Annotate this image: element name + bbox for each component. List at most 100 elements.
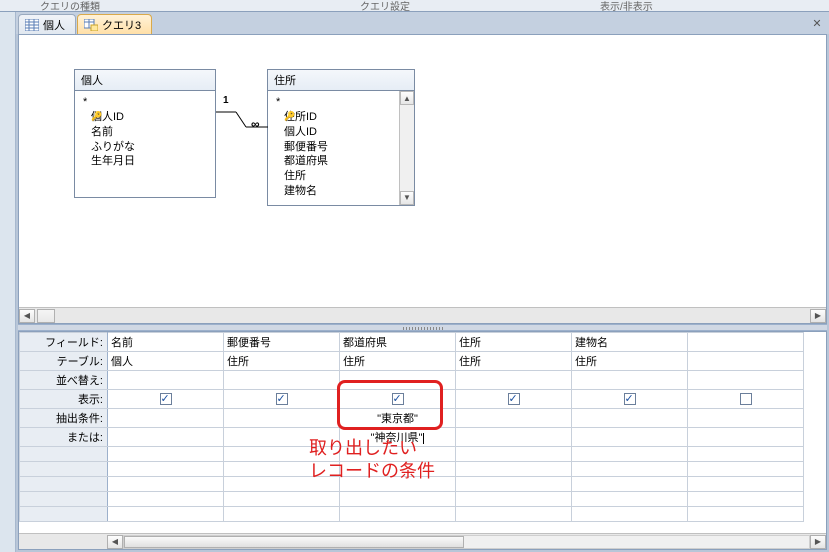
table-title: 個人 [75,70,215,91]
cell-show[interactable] [688,390,804,409]
cell-criteria[interactable]: "東京都" [340,409,456,428]
field-address[interactable]: 住所 [282,169,393,184]
cell-field[interactable] [688,333,804,352]
scroll-left-icon[interactable]: ◀ [19,309,35,323]
cell-table[interactable]: 住所 [224,352,340,371]
cell-or[interactable] [688,428,804,447]
field-asterisk[interactable]: * [274,95,393,110]
row-label-table: テーブル: [20,352,108,371]
cell-criteria[interactable] [572,409,688,428]
table-fields[interactable]: * 🔑個人ID 名前 ふりがな 生年月日 [75,91,215,197]
field-building[interactable]: 建物名 [282,184,393,199]
cell-criteria[interactable] [688,409,804,428]
row-or: または: "神奈川県" [20,428,804,447]
row-label-criteria: 抽出条件: [20,409,108,428]
cell-or[interactable] [456,428,572,447]
show-checkbox[interactable] [740,393,752,405]
row-label-sort: 並べ替え: [20,371,108,390]
cell-table[interactable] [688,352,804,371]
cell-or[interactable] [224,428,340,447]
query-design-grid[interactable]: フィールド: 名前 郵便番号 都道府県 住所 建物名 テーブル: 個人 住所 住… [18,331,827,550]
field-postal[interactable]: 郵便番号 [282,140,393,155]
text-cursor [423,433,424,444]
key-icon: 🔑 [284,110,294,122]
cell-field[interactable]: 建物名 [572,333,688,352]
show-checkbox[interactable] [392,393,404,405]
scroll-right-icon[interactable]: ▶ [810,309,826,323]
scroll-track[interactable] [123,535,810,549]
cell-table[interactable]: 個人 [108,352,224,371]
ribbon-group-labels: クエリの種類 クエリ設定 表示/非表示 [0,0,829,12]
cell-criteria[interactable] [456,409,572,428]
scroll-down-icon[interactable]: ▼ [400,191,414,205]
scroll-right-icon[interactable]: ▶ [810,535,826,549]
cell-criteria[interactable] [224,409,340,428]
design-grid-table: フィールド: 名前 郵便番号 都道府県 住所 建物名 テーブル: 個人 住所 住… [19,332,804,522]
table-scrollbar[interactable]: ▲ ▼ [399,91,414,205]
cell-sort[interactable] [456,371,572,390]
tab-label: クエリ3 [102,17,141,33]
scroll-left-icon[interactable]: ◀ [107,535,123,549]
field-furigana[interactable]: ふりがな [89,140,209,155]
nav-strip [0,12,16,552]
scroll-thumb[interactable] [124,536,464,548]
cell-table[interactable]: 住所 [456,352,572,371]
cell-or[interactable]: "神奈川県" [340,428,456,447]
row-sort: 並べ替え: [20,371,804,390]
cell-show[interactable] [108,390,224,409]
field-asterisk[interactable]: * [81,95,209,110]
field-jusho-id[interactable]: 🔑住所ID [282,110,393,125]
table-box-kojin[interactable]: 個人 * 🔑個人ID 名前 ふりがな 生年月日 [74,69,216,198]
cell-field[interactable]: 名前 [108,333,224,352]
relationship-diagram[interactable]: 個人 * 🔑個人ID 名前 ふりがな 生年月日 住所 * 🔑住所ID [18,34,827,324]
tab-kojin[interactable]: 個人 [18,14,76,34]
row-table: テーブル: 個人 住所 住所 住所 住所 [20,352,804,371]
show-checkbox[interactable] [276,393,288,405]
tab-label: 個人 [43,17,65,33]
scroll-track-start [37,309,55,323]
field-birthdate[interactable]: 生年月日 [89,154,209,169]
scroll-up-icon[interactable]: ▲ [400,91,414,105]
table-box-jusho[interactable]: 住所 * 🔑住所ID 個人ID 郵便番号 都道府県 住所 建物名 ▲ ▼ [267,69,415,206]
grid-hscroll[interactable]: ◀ ▶ [19,533,826,549]
cell-show[interactable] [224,390,340,409]
cell-table[interactable]: 住所 [572,352,688,371]
cell-or[interactable] [572,428,688,447]
cell-sort[interactable] [688,371,804,390]
field-name[interactable]: 名前 [89,125,209,140]
cell-criteria[interactable] [108,409,224,428]
cell-sort[interactable] [572,371,688,390]
document-tabs: 個人 クエリ3 ✕ [16,12,829,34]
cell-show[interactable] [572,390,688,409]
pane-splitter[interactable] [18,324,827,331]
field-kojin-id[interactable]: 個人ID [282,125,393,140]
cell-field[interactable]: 郵便番号 [224,333,340,352]
cell-sort[interactable] [340,371,456,390]
table-title: 住所 [268,70,414,91]
field-kojin-id[interactable]: 🔑個人ID [89,110,209,125]
datasheet-icon [25,19,39,31]
join-cardinality-many: ∞ [251,117,260,131]
relationship-line[interactable] [216,105,268,145]
join-cardinality-one: 1 [223,95,229,106]
field-prefecture[interactable]: 都道府県 [282,154,393,169]
cell-sort[interactable] [108,371,224,390]
cell-table[interactable]: 住所 [340,352,456,371]
show-checkbox[interactable] [624,393,636,405]
row-label-or: または: [20,428,108,447]
cell-sort[interactable] [224,371,340,390]
cell-field[interactable]: 住所 [456,333,572,352]
cell-show[interactable] [340,390,456,409]
row-label-field: フィールド: [20,333,108,352]
table-fields[interactable]: * 🔑住所ID 個人ID 郵便番号 都道府県 住所 建物名 [268,91,399,205]
cell-or[interactable] [108,428,224,447]
cell-field[interactable]: 都道府県 [340,333,456,352]
tab-query3[interactable]: クエリ3 [77,14,152,34]
query-icon [84,19,98,31]
row-show: 表示: [20,390,804,409]
diagram-hscroll[interactable]: ◀ ▶ [19,307,826,323]
cell-show[interactable] [456,390,572,409]
close-icon[interactable]: ✕ [809,15,825,31]
show-checkbox[interactable] [160,393,172,405]
show-checkbox[interactable] [508,393,520,405]
